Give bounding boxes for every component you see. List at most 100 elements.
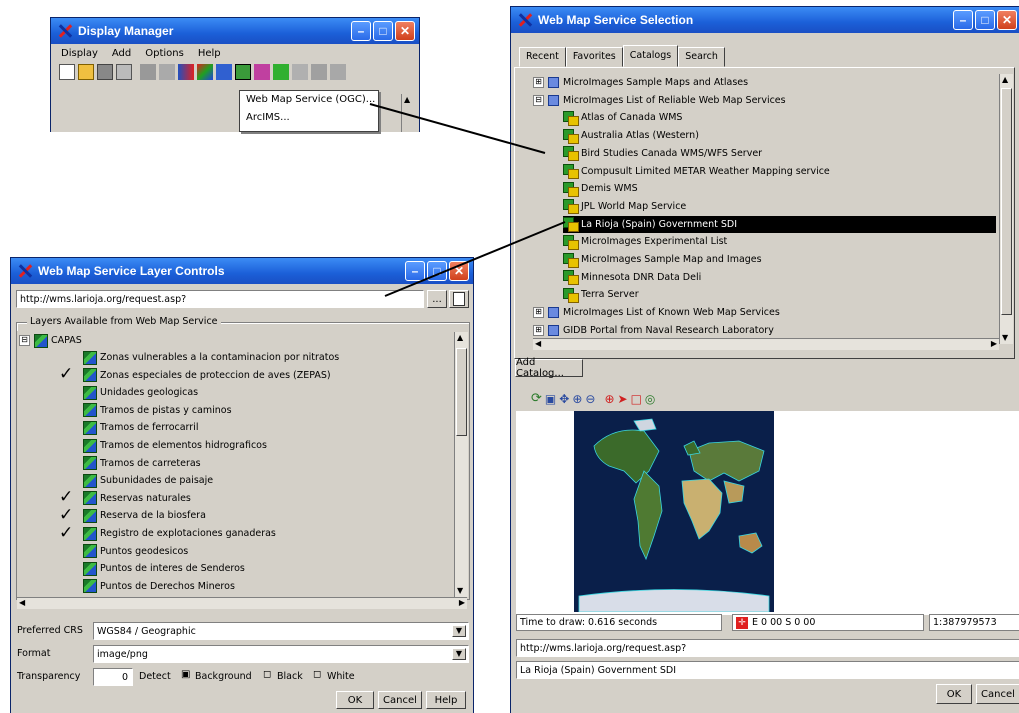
service-item[interactable]: Terra Server xyxy=(563,286,639,303)
layer-icon[interactable] xyxy=(140,64,156,80)
help-button[interactable]: Help xyxy=(426,691,466,709)
wms-selection-titlebar[interactable]: Web Map Service Selection – □ ✕ xyxy=(511,7,1019,33)
layer-row[interactable]: ✓ Reservas naturales xyxy=(59,487,191,507)
menu-help[interactable]: Help xyxy=(198,48,221,59)
catalog-hscroll[interactable]: ◀ ▶ xyxy=(533,338,999,350)
expander-icon[interactable]: ⊞ xyxy=(533,307,544,319)
service-item-selected[interactable]: La Rioja (Spain) Government SDI xyxy=(563,215,996,233)
layer-row[interactable]: Puntos de interes de Senderos xyxy=(67,560,245,577)
layer-checkbox[interactable] xyxy=(67,474,81,488)
service-item[interactable]: Compusult Limited METAR Weather Mapping … xyxy=(563,163,830,180)
service-item[interactable]: Australia Atlas (Western) xyxy=(563,127,699,144)
layer-row[interactable]: Tramos de elementos hidrograficos xyxy=(67,437,267,454)
layer-row[interactable]: Zonas vulnerables a la contaminacion por… xyxy=(67,349,339,366)
menu-display[interactable]: Display xyxy=(61,48,98,59)
format-select[interactable]: image/png ▼ xyxy=(93,645,469,663)
save-icon[interactable] xyxy=(97,64,113,80)
maximize-button[interactable]: □ xyxy=(427,261,447,281)
layer-checkbox[interactable] xyxy=(67,439,81,453)
menu-add[interactable]: Add xyxy=(112,48,131,59)
add-image-icon[interactable] xyxy=(216,64,232,80)
maximize-button[interactable]: □ xyxy=(975,10,995,30)
locate-icon[interactable]: ◎ xyxy=(645,392,655,406)
layer-row[interactable]: Subunidades de paisaje xyxy=(67,472,213,489)
scroll-thumb[interactable] xyxy=(456,348,467,436)
minimize-button[interactable]: – xyxy=(351,21,371,41)
layer-checkbox[interactable] xyxy=(67,386,81,400)
pan-icon[interactable]: ✥ xyxy=(559,392,569,406)
scroll-up-arrow[interactable]: ▲ xyxy=(457,334,463,342)
service-item[interactable]: Minnesota DNR Data Deli xyxy=(563,269,701,286)
map-view[interactable] xyxy=(516,411,1019,615)
add-grid-icon[interactable] xyxy=(254,64,270,80)
layer-row[interactable]: ✓ Registro de explotaciones ganaderas xyxy=(59,523,276,543)
layer-row[interactable]: Puntos geodesicos xyxy=(67,543,188,560)
service-item[interactable]: MicroImages Sample Map and Images xyxy=(563,251,762,268)
selected-url-field[interactable]: http://wms.larioja.org/request.asp? xyxy=(516,639,1019,657)
black-radio[interactable]: ◻ xyxy=(263,669,271,680)
zoom-box-icon[interactable]: ⊕ xyxy=(604,392,614,406)
add-chart-icon[interactable] xyxy=(292,64,308,80)
zoom-out-icon[interactable]: ⊖ xyxy=(585,392,595,406)
layer-checkbox[interactable] xyxy=(67,403,81,417)
chevron-down-icon[interactable]: ▼ xyxy=(452,648,466,660)
menu-item-arcims[interactable]: ArcIMS... xyxy=(240,109,378,127)
root-node[interactable]: ⊟ CAPAS xyxy=(19,332,82,349)
ok-button[interactable]: OK xyxy=(336,691,374,709)
rectangle-icon[interactable]: □ xyxy=(631,392,642,406)
service-item[interactable]: MicroImages Experimental List xyxy=(563,233,727,250)
layer-hscroll[interactable]: ◀ ▶ xyxy=(17,597,467,609)
scroll-thumb[interactable] xyxy=(1001,88,1012,315)
service-item[interactable]: Bird Studies Canada WMS/WFS Server xyxy=(563,145,762,162)
close-button[interactable]: ✕ xyxy=(449,261,469,281)
scroll-up-arrow[interactable]: ▲ xyxy=(404,96,410,104)
add-color-icon[interactable] xyxy=(197,64,213,80)
selected-service-field[interactable]: La Rioja (Spain) Government SDI xyxy=(516,661,1019,679)
layer-controls-titlebar[interactable]: Web Map Service Layer Controls – □ ✕ xyxy=(11,258,473,284)
white-radio[interactable]: ◻ xyxy=(313,669,321,680)
catalog-node[interactable]: ⊞ MicroImages List of Known Web Map Servi… xyxy=(533,304,780,321)
chevron-down-icon[interactable]: ▼ xyxy=(452,625,466,637)
maximize-button[interactable]: □ xyxy=(373,21,393,41)
menu-item-wms[interactable]: Web Map Service (OGC)... xyxy=(240,91,378,109)
tab-recent[interactable]: Recent xyxy=(519,47,566,67)
layer-checkbox[interactable]: ✓ xyxy=(59,487,81,507)
layer-checkbox[interactable] xyxy=(67,562,81,576)
layer-checkbox[interactable]: ✓ xyxy=(59,523,81,543)
layer-row[interactable]: Puntos de Derechos Mineros xyxy=(67,578,235,595)
layer-checkbox[interactable] xyxy=(67,579,81,593)
add-wms-icon[interactable] xyxy=(235,64,251,80)
coords-icon[interactable]: ✛ xyxy=(736,616,748,629)
background-radio[interactable]: ▣ xyxy=(181,669,190,680)
add-list-icon[interactable] xyxy=(330,64,346,80)
open-icon[interactable] xyxy=(78,64,94,80)
add-catalog-button[interactable]: Add Catalog... xyxy=(515,357,583,379)
layer-checkbox[interactable]: ✓ xyxy=(59,364,81,384)
catalog-node[interactable]: ⊟ MicroImages List of Reliable Web Map Se… xyxy=(533,92,786,109)
select-icon[interactable]: ➤ xyxy=(618,392,628,406)
layer-checkbox[interactable] xyxy=(67,421,81,435)
expander-icon[interactable]: ⊞ xyxy=(533,77,544,88)
minimize-button[interactable]: – xyxy=(953,10,973,30)
details-button[interactable] xyxy=(449,290,469,308)
layer-checkbox[interactable] xyxy=(67,544,81,558)
cancel-button[interactable]: Cancel xyxy=(378,691,422,709)
catalog-node[interactable]: ⊞ MicroImages Sample Maps and Atlases xyxy=(533,74,748,91)
scroll-down-arrow[interactable]: ▼ xyxy=(1002,334,1008,342)
close-button[interactable]: ✕ xyxy=(997,10,1017,30)
layer-checkbox[interactable] xyxy=(67,351,81,365)
menu-options[interactable]: Options xyxy=(145,48,184,59)
ok-button[interactable]: OK xyxy=(936,684,972,704)
catalog-node[interactable]: ⊞ GIDB Portal from Naval Research Laborat… xyxy=(533,322,774,339)
tab-favorites[interactable]: Favorites xyxy=(565,47,623,67)
layer-row[interactable]: ✓ Zonas especiales de proteccion de aves … xyxy=(59,364,331,384)
scroll-left-arrow[interactable]: ◀ xyxy=(535,340,541,348)
redraw-icon[interactable]: ⟳ xyxy=(531,391,542,406)
scroll-right-arrow[interactable]: ▶ xyxy=(459,599,465,607)
scroll-left-arrow[interactable]: ◀ xyxy=(19,599,25,607)
collapse-icon[interactable]: ⊟ xyxy=(19,335,30,346)
tab-search[interactable]: Search xyxy=(678,47,725,67)
layer-row[interactable]: Tramos de pistas y caminos xyxy=(67,402,232,419)
cancel-button[interactable]: Cancel xyxy=(976,684,1019,704)
layer-row[interactable]: Unidades geologicas xyxy=(67,384,198,401)
